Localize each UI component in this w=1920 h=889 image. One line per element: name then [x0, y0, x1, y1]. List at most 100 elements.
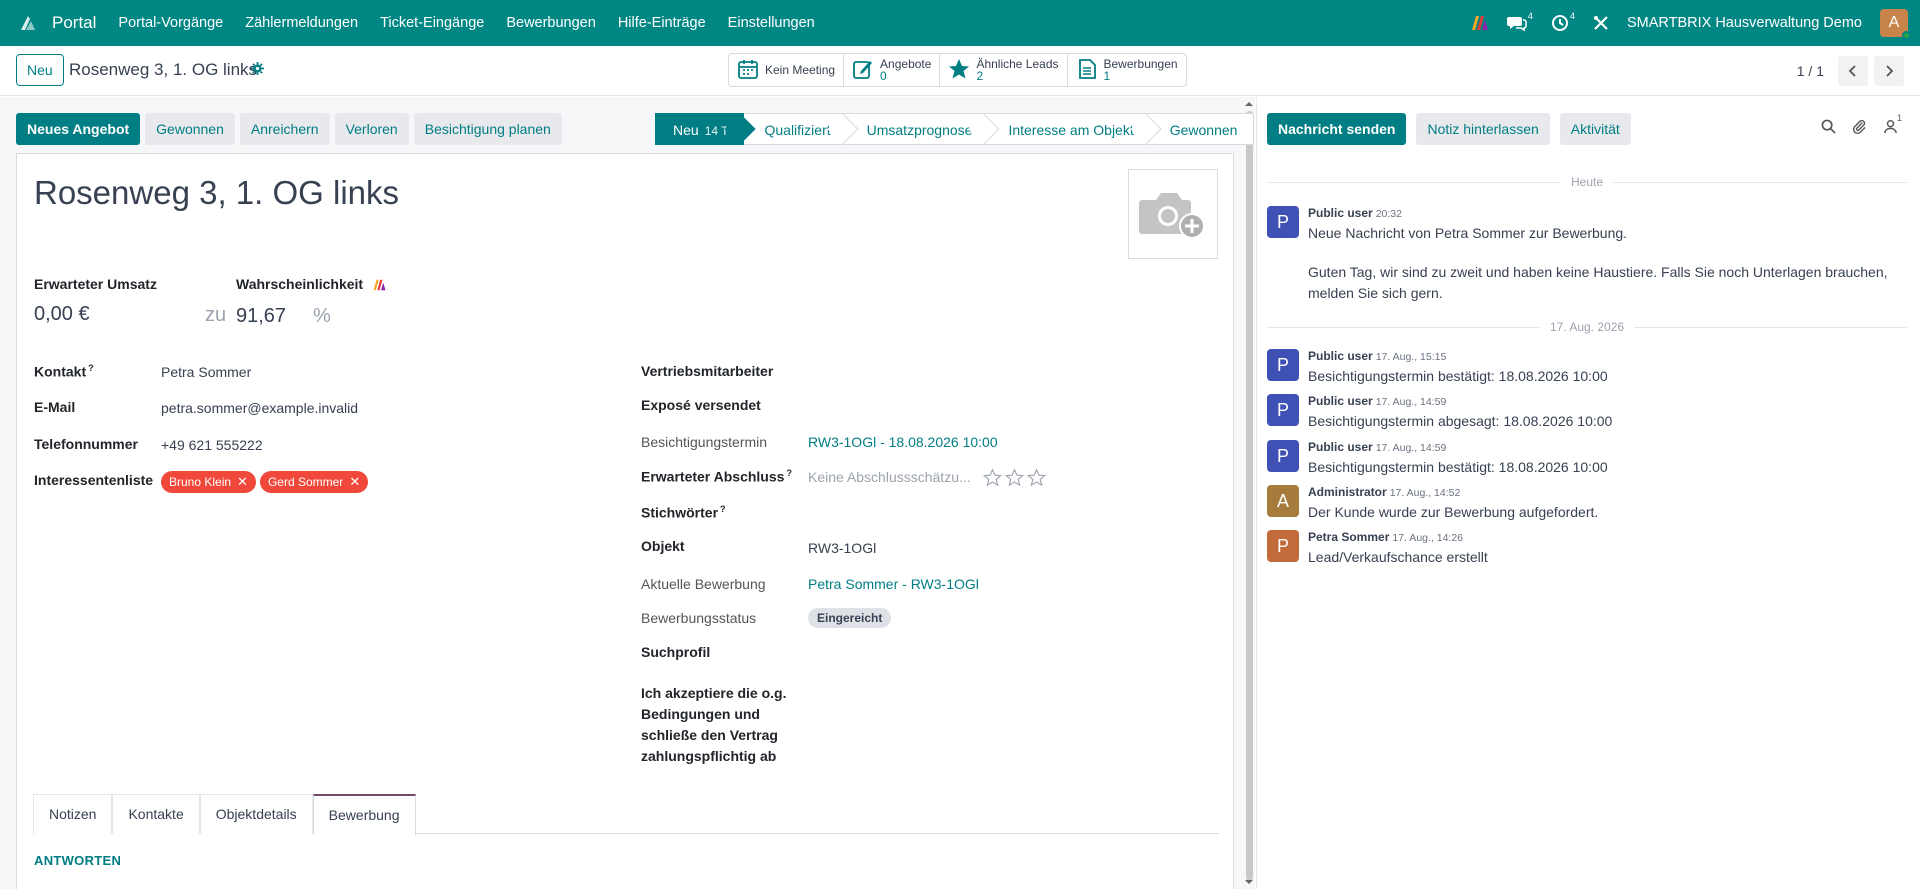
message-author[interactable]: Petra Sommer	[1308, 530, 1389, 544]
avatar[interactable]: P	[1267, 349, 1299, 381]
nav-portal-vorgaenge[interactable]: Portal-Vorgänge	[118, 15, 223, 31]
form-sheet: Rosenweg 3, 1. OG links Erwarteter Umsat…	[16, 153, 1234, 889]
tab-notizen[interactable]: Notizen	[33, 794, 113, 834]
nav-hilfe-eintraege[interactable]: Hilfe-Einträge	[618, 15, 706, 31]
probability-value[interactable]: 91,67	[236, 305, 286, 328]
chatter-message: A Administrator 17. Aug., 14:52 Der Kunde…	[1267, 485, 1907, 525]
online-status-dot	[1902, 31, 1911, 40]
won-button[interactable]: Gewonnen	[145, 113, 235, 145]
tab-kontakte[interactable]: Kontakte	[112, 794, 200, 834]
ai-logo-icon[interactable]	[1471, 15, 1489, 31]
avatar[interactable]: P	[1267, 530, 1299, 562]
applications-smart-button[interactable]: Bewerbungen 1	[1068, 54, 1186, 86]
similar-leads-smart-button[interactable]: Ähnliche Leads 2	[940, 54, 1068, 86]
app-brand[interactable]: Portal	[52, 13, 96, 33]
paperclip-icon[interactable]	[1852, 119, 1867, 137]
pager-value[interactable]: 1 / 1	[1797, 63, 1824, 79]
avatar[interactable]: A	[1267, 485, 1299, 517]
contact-field[interactable]: Petra Sommer	[161, 364, 251, 380]
form-area: Neues Angebot Gewonnen Anreichern Verlor…	[0, 97, 1255, 889]
date-separator-today: Heute	[1267, 175, 1907, 189]
calendar-icon	[737, 58, 759, 83]
edit-document-icon	[852, 58, 874, 83]
message-author[interactable]: Public user	[1308, 394, 1373, 408]
message-author[interactable]: Public user	[1308, 440, 1373, 454]
company-switcher[interactable]: SMARTBRIX Hausverwaltung Demo	[1627, 15, 1862, 31]
message-author[interactable]: Public user	[1308, 349, 1373, 363]
record-name-field[interactable]: Rosenweg 3, 1. OG links	[34, 174, 399, 212]
activity-button[interactable]: Aktivität	[1559, 113, 1631, 145]
applications-label: Bewerbungen	[1103, 57, 1178, 71]
form-scrollbar[interactable]	[1243, 97, 1255, 889]
stage-umsatzprognose-label: Umsatzprognose	[866, 122, 973, 138]
send-message-button[interactable]: Nachricht senden	[1267, 113, 1407, 145]
pager-next-button[interactable]	[1874, 56, 1904, 86]
viewing-link[interactable]: RW3-1OGl - 18.08.2026 10:00	[808, 434, 998, 450]
activities-clock-icon[interactable]: 4	[1551, 11, 1575, 32]
camera-add-icon	[1139, 193, 1205, 239]
tag-bruno-klein[interactable]: Bruno Klein ✕	[161, 471, 256, 493]
followers-icon[interactable]: 1	[1883, 113, 1902, 137]
avatar[interactable]: P	[1267, 394, 1299, 426]
schedule-viewing-button[interactable]: Besichtigung planen	[413, 113, 562, 145]
smart-buttons: Kein Meeting Angebote 0 Ähnliche Leads 2 B…	[728, 53, 1187, 87]
message-body: Besichtigungstermin bestätigt: 18.08.202…	[1308, 368, 1608, 384]
enrich-button[interactable]: Anreichern	[239, 113, 330, 145]
nav-bewerbungen[interactable]: Bewerbungen	[506, 15, 596, 31]
message-author[interactable]: Administrator	[1308, 485, 1387, 499]
priority-stars[interactable]	[983, 468, 1046, 487]
star-outline-icon	[983, 468, 1002, 487]
chatter-message: P Public user 17. Aug., 15:15 Besichtigun…	[1267, 349, 1907, 389]
meeting-smart-button[interactable]: Kein Meeting	[729, 54, 845, 86]
log-note-button[interactable]: Notiz hinterlassen	[1416, 113, 1550, 145]
viewing-label: Besichtigungstermin	[641, 434, 768, 450]
email-field[interactable]: petra.sommer@example.invalid	[161, 400, 358, 416]
star-outline-icon	[1027, 468, 1046, 487]
object-label: Objekt	[641, 538, 685, 554]
messages-count: 4	[1527, 11, 1533, 21]
phone-field[interactable]: +49 621 555222	[161, 437, 263, 453]
pager-previous-button[interactable]	[1838, 56, 1868, 86]
nav-einstellungen[interactable]: Einstellungen	[728, 15, 815, 31]
message-author[interactable]: Public user	[1308, 206, 1373, 220]
image-upload[interactable]	[1128, 169, 1218, 259]
user-avatar[interactable]: A	[1880, 9, 1911, 40]
scroll-thumb[interactable]	[1246, 111, 1253, 881]
remove-tag-icon[interactable]: ✕	[237, 474, 248, 490]
object-field[interactable]: RW3-1OGl	[808, 540, 876, 556]
stage-interesse[interactable]: Interesse am Objekt	[988, 113, 1162, 145]
stage-umsatzprognose[interactable]: Umsatzprognose	[846, 113, 1001, 145]
chatter-tools: 1	[1821, 113, 1902, 137]
messages-icon[interactable]: 4	[1506, 11, 1533, 32]
new-record-button[interactable]: Neu	[16, 54, 64, 86]
offers-smart-button[interactable]: Angebote 0	[844, 54, 941, 86]
lost-button[interactable]: Verloren	[334, 113, 409, 145]
message-date: 17. Aug., 14:59	[1375, 396, 1447, 408]
gear-icon[interactable]	[251, 62, 264, 78]
nav-ticket-eingaenge[interactable]: Ticket-Eingänge	[380, 15, 484, 31]
meeting-label: Kein Meeting	[765, 63, 836, 77]
control-panel: Neu Rosenweg 3, 1. OG links Kein Meeting…	[0, 46, 1920, 96]
remove-tag-icon[interactable]: ✕	[349, 474, 360, 490]
interest-tags[interactable]: Bruno Klein ✕ Gerd Sommer ✕	[161, 471, 372, 493]
avatar[interactable]: P	[1267, 440, 1299, 472]
ai-logo-icon	[372, 278, 387, 294]
apps-menu-icon[interactable]	[16, 11, 40, 35]
stage-qualifiziert[interactable]: Qualifiziert	[744, 113, 859, 145]
nav-zaehlermeldungen[interactable]: Zählermeldungen	[245, 15, 358, 31]
application-status-label: Bewerbungsstatus	[641, 610, 757, 626]
message-body: Besichtigungstermin bestätigt: 18.08.202…	[1308, 459, 1608, 475]
stage-gewonnen[interactable]: Gewonnen	[1149, 113, 1255, 145]
current-application-link[interactable]: Petra Sommer - RW3-1OGl	[808, 576, 979, 592]
expected-close-input[interactable]: Keine Abschlussschätzu...	[808, 469, 971, 485]
new-offer-button[interactable]: Neues Angebot	[16, 113, 141, 145]
tab-objektdetails[interactable]: Objektdetails	[199, 794, 313, 834]
zu-label: zu	[205, 304, 227, 326]
tab-bewerbung[interactable]: Bewerbung	[312, 794, 416, 835]
expected-revenue-value[interactable]: 0,00 €	[34, 303, 90, 326]
stage-neu[interactable]: Neu 14 T	[655, 113, 757, 145]
avatar[interactable]: P	[1267, 206, 1299, 238]
tools-icon[interactable]	[1593, 15, 1609, 31]
tag-gerd-sommer[interactable]: Gerd Sommer ✕	[259, 471, 369, 493]
search-icon[interactable]	[1821, 119, 1836, 137]
